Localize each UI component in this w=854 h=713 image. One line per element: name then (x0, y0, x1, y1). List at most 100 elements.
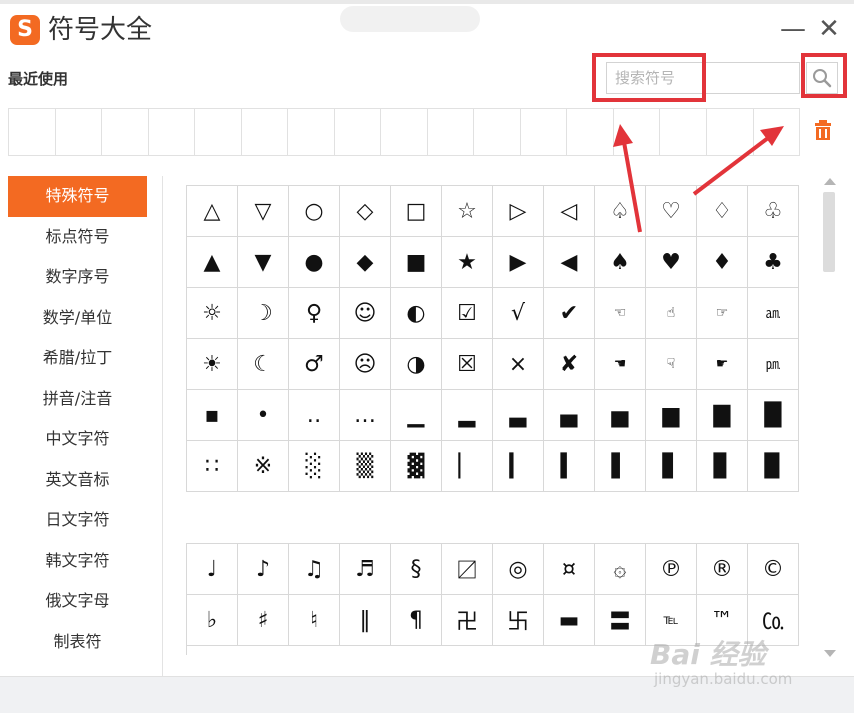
symbol-cell[interactable]: ☒ (442, 339, 493, 390)
category-item[interactable]: 数字序号 (8, 257, 147, 298)
symbol-cell[interactable]: ▌ (595, 441, 646, 492)
symbol-cell[interactable]: ㏂ (748, 288, 799, 339)
symbol-cell[interactable]: ♮ (289, 595, 340, 646)
symbol-cell[interactable]: ♂ (289, 339, 340, 390)
symbol-cell[interactable]: ☜ (595, 288, 646, 339)
symbol-cell[interactable]: § (391, 544, 442, 595)
symbol-cell[interactable]: ♧ (748, 186, 799, 237)
scroll-down-arrow-icon[interactable] (824, 650, 836, 657)
symbol-cell[interactable]: ▍ (544, 441, 595, 492)
recent-symbol-slot[interactable] (521, 109, 568, 155)
category-item[interactable]: 拼音/注音 (8, 379, 147, 420)
recent-symbol-slot[interactable] (149, 109, 196, 155)
symbol-cell[interactable]: ☆ (442, 186, 493, 237)
symbol-cell[interactable]: ♪ (238, 544, 289, 595)
recent-symbol-slot[interactable] (660, 109, 707, 155)
symbol-cell[interactable]: ☚ (595, 339, 646, 390)
symbol-cell[interactable]: 卐 (493, 595, 544, 646)
symbol-cell[interactable]: ▪ (187, 390, 238, 441)
symbol-cell[interactable]: ▊ (697, 441, 748, 492)
symbol-cell[interactable]: ♬ (340, 544, 391, 595)
symbol-cell[interactable]: ♠ (595, 237, 646, 288)
symbol-cell[interactable]: ® (697, 544, 748, 595)
symbol-cell[interactable]: ℗ (646, 544, 697, 595)
symbol-cell[interactable]: ☛ (697, 339, 748, 390)
symbol-cell[interactable]: ▽ (238, 186, 289, 237)
symbol-cell[interactable]: ☺ (340, 288, 391, 339)
symbol-cell[interactable]: ▄ (544, 390, 595, 441)
symbol-cell[interactable]: ▅ (595, 390, 646, 441)
symbol-cell[interactable]: × (493, 339, 544, 390)
symbol-cell[interactable]: ◑ (391, 339, 442, 390)
minimize-button[interactable]: — (780, 14, 806, 44)
category-item[interactable]: 制表符 (8, 622, 147, 663)
symbol-cell[interactable]: ✘ (544, 339, 595, 390)
category-item[interactable]: 希腊/拉丁 (8, 338, 147, 379)
close-button[interactable]: ✕ (816, 14, 842, 44)
symbol-cell[interactable]: ▏ (442, 441, 493, 492)
symbol-cell[interactable]: √ (493, 288, 544, 339)
symbol-cell[interactable]: ♡ (646, 186, 697, 237)
symbol-cell[interactable]: 〓 (595, 595, 646, 646)
symbol-cell[interactable]: ▷ (493, 186, 544, 237)
symbol-cell[interactable]: ♥ (646, 237, 697, 288)
symbol-cell[interactable]: ◆ (340, 237, 391, 288)
symbol-cell[interactable]: © (748, 544, 799, 595)
symbol-cell[interactable]: ▶ (493, 237, 544, 288)
symbol-cell[interactable]: ♣ (748, 237, 799, 288)
symbol-cell[interactable]: ‥ (289, 390, 340, 441)
symbol-cell[interactable]: ▓ (391, 441, 442, 492)
category-item[interactable]: 英文音标 (8, 460, 147, 501)
symbol-cell[interactable]: ▒ (340, 441, 391, 492)
scroll-up-arrow-icon[interactable] (824, 178, 836, 185)
symbol-cell[interactable]: ◐ (391, 288, 442, 339)
symbol-cell[interactable]: ▎ (493, 441, 544, 492)
category-item[interactable]: 中文字符 (8, 419, 147, 460)
recent-symbol-slot[interactable] (9, 109, 56, 155)
symbol-cell[interactable]: ☑ (442, 288, 493, 339)
symbol-cell[interactable]: █ (748, 390, 799, 441)
symbol-cell[interactable]: ░ (289, 441, 340, 492)
recent-symbol-slot[interactable] (614, 109, 661, 155)
symbol-cell[interactable]: ♯ (238, 595, 289, 646)
symbol-cell[interactable]: ▲ (187, 237, 238, 288)
symbol-cell[interactable]: ☹ (340, 339, 391, 390)
symbol-cell[interactable]: ▆ (646, 390, 697, 441)
symbol-cell[interactable]: ▃ (493, 390, 544, 441)
symbol-cell[interactable]: ☞ (697, 288, 748, 339)
category-item[interactable]: 韩文字符 (8, 541, 147, 582)
symbol-cell[interactable]: ▋ (646, 441, 697, 492)
recent-symbol-slot[interactable] (335, 109, 382, 155)
symbol-cell[interactable]: □ (391, 186, 442, 237)
category-item[interactable]: 日文字符 (8, 500, 147, 541)
recent-symbol-slot[interactable] (754, 109, 800, 155)
symbol-cell[interactable]: ▁ (391, 390, 442, 441)
recent-symbol-slot[interactable] (56, 109, 103, 155)
symbol-cell[interactable]: △ (187, 186, 238, 237)
symbol-cell[interactable]: ¤ (544, 544, 595, 595)
symbol-cell[interactable]: ▬ (544, 595, 595, 646)
symbol-cell[interactable]: 卍 (442, 595, 493, 646)
symbol-cell[interactable]: ☾ (238, 339, 289, 390)
symbol-cell[interactable]: ‖ (340, 595, 391, 646)
recent-symbol-slot[interactable] (428, 109, 475, 155)
symbol-cell[interactable]: ۞ (595, 544, 646, 595)
symbol-cell[interactable]: ♀ (289, 288, 340, 339)
scroll-thumb[interactable] (823, 192, 835, 272)
category-item[interactable]: 俄文字母 (8, 581, 147, 622)
symbol-cell[interactable]: … (340, 390, 391, 441)
symbol-cell[interactable]: ∷ (187, 441, 238, 492)
symbol-cell[interactable]: ★ (442, 237, 493, 288)
recent-symbol-slot[interactable] (381, 109, 428, 155)
symbol-cell[interactable]: ☼ (187, 288, 238, 339)
symbol-cell[interactable]: ◇ (340, 186, 391, 237)
recent-symbol-slot[interactable] (288, 109, 335, 155)
symbol-cell[interactable]: ☟ (646, 339, 697, 390)
recent-symbol-slot[interactable] (102, 109, 149, 155)
recent-symbol-slot[interactable] (242, 109, 289, 155)
symbol-cell[interactable]: ☀ (187, 339, 238, 390)
symbol-cell[interactable]: ✔ (544, 288, 595, 339)
symbol-cell[interactable]: ☝ (646, 288, 697, 339)
symbol-cell[interactable]: ○ (289, 186, 340, 237)
symbol-cell[interactable]: ♢ (697, 186, 748, 237)
